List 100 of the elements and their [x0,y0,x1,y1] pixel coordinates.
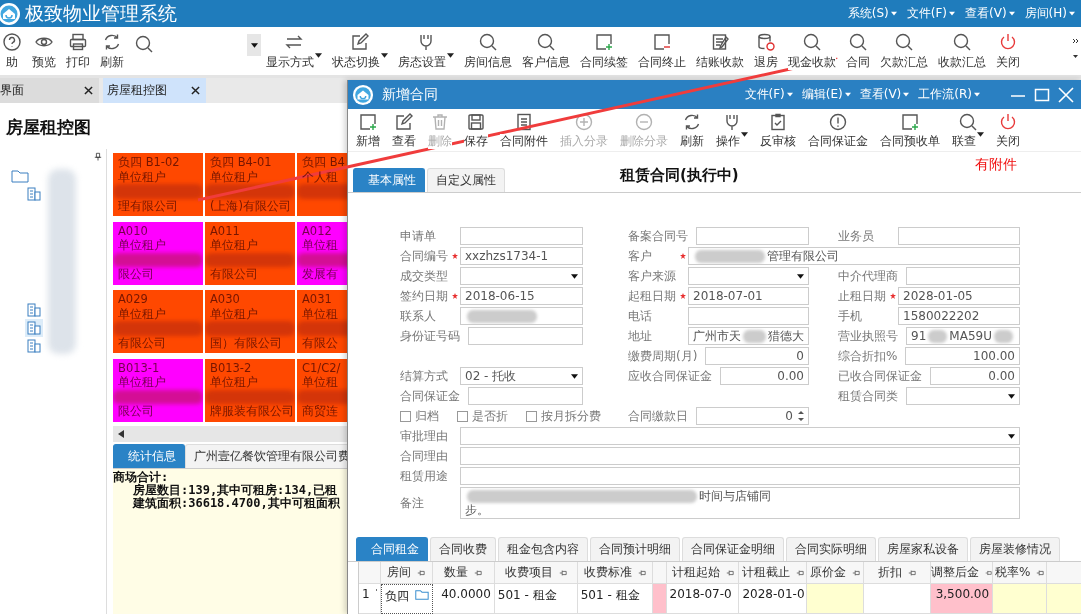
toolbar-button[interactable]: 联查 [946,111,990,149]
checkbox[interactable] [457,410,468,422]
tree-item[interactable] [25,185,43,203]
input-field[interactable] [460,447,1020,465]
input-field[interactable] [468,327,583,345]
text-area[interactable]: 时间与店铺同 步。 [460,487,1020,519]
toolbar-button[interactable]: 收款汇总 [933,32,991,70]
toolbar-button[interactable]: 保存 [458,111,494,149]
dropdown-field[interactable] [460,267,583,285]
column-header[interactable]: 原价金 [807,562,865,584]
tab[interactable]: 房屋租控图 [103,78,206,103]
room-card[interactable]: B013-1 单位租户 限公司 [113,358,203,422]
toolbar-button[interactable]: 助 [0,32,27,70]
tab[interactable]: 界面 [0,78,99,103]
menu-item[interactable]: 编辑(E) [801,86,851,104]
column-header[interactable]: 折扣 [864,562,932,584]
input-field[interactable]: 2028-01-05 [898,287,1020,305]
toolbar-button[interactable]: 房态设置 [393,32,459,70]
column-header[interactable] [359,562,381,584]
menu-item[interactable]: 房间(H) [1024,5,1075,22]
toolbar-button[interactable]: 反审核 [754,111,802,149]
input-field[interactable] [460,307,583,325]
folder-icon[interactable] [414,588,429,601]
menu-item[interactable]: 查看(V) [965,5,1015,22]
tab[interactable]: 基本属性 [353,168,425,192]
room-card[interactable]: A010 单位租户 限公司 [113,221,203,285]
tab[interactable]: 自定义属性 [427,168,505,192]
close-icon[interactable] [191,86,200,95]
column-header[interactable]: 数量 [432,562,495,584]
toolbar-button[interactable]: 合同保证金 [802,111,874,149]
input-field[interactable] [898,227,1020,245]
tab[interactable]: 合同收费 [430,537,496,561]
column-header[interactable] [1047,562,1081,584]
toolbar-button[interactable]: 新增 [350,111,386,149]
toolbar-button[interactable]: 操作 [710,111,754,149]
input-field[interactable]: 0 [696,407,809,425]
toolbar-button[interactable]: 客户信息 [517,32,575,70]
toolbar-button[interactable]: 结账收款 [691,32,749,70]
room-card[interactable]: A012 单位租 发展有 [297,221,349,285]
input-field[interactable] [696,227,809,245]
column-header[interactable]: 计租截止 [739,562,808,584]
column-header[interactable]: 税率% [993,562,1048,584]
input-field[interactable]: 91 MA59U [906,327,1020,345]
input-field[interactable]: 管理有限公司 [688,247,1020,265]
tab[interactable]: 合同预计明细 [590,537,680,561]
spinner-icon[interactable] [798,410,804,422]
toolbar-button[interactable]: 预览 [27,32,61,70]
tab[interactable]: 合同保证金明细 [682,537,784,561]
tree-item[interactable] [25,319,43,337]
toolbar-button[interactable]: 房间信息 [459,32,517,70]
overflow-icon[interactable] [1072,37,1080,59]
input-field[interactable]: 0.00 [720,367,809,385]
tab[interactable]: 合同实际明细 [786,537,876,561]
tree-item[interactable] [25,337,43,355]
menu-item[interactable]: 系统(S) [847,5,897,22]
toolbar-button[interactable]: 退房 [749,32,783,70]
scroll-left-icon[interactable] [118,430,124,438]
input-field[interactable]: 0 [705,347,809,365]
input-field[interactable]: 0.00 [930,367,1020,385]
toolbar-button[interactable]: 合同 [841,32,875,70]
tab[interactable]: 房屋家私设备 [878,537,968,561]
close-icon[interactable] [84,86,93,95]
toolbar-button[interactable]: 关闭 [991,32,1025,70]
tab[interactable]: 统计信息 [113,444,185,468]
toolbar-button[interactable]: 欠款汇总 [875,32,933,70]
menu-item[interactable]: 工作流(R) [918,86,980,104]
input-field[interactable] [906,267,1020,285]
input-field[interactable] [688,307,809,325]
tab[interactable]: 房屋装修情况 [970,537,1060,561]
column-header[interactable]: 收费项目 [494,562,578,584]
toolbar-button[interactable]: 合同预收单 [874,111,946,149]
toolbar-button[interactable]: 合同附件 [494,111,554,149]
dropdown-field[interactable]: 02 - 托收 [460,367,583,385]
menu-item[interactable]: 文件(F) [744,86,793,104]
dropdown-field[interactable] [906,387,1020,405]
column-header[interactable]: 收费标准 [577,562,653,584]
input-field[interactable]: 2018-06-15 [460,287,583,305]
tab[interactable]: 租金包含内容 [498,537,588,561]
tab[interactable]: 合同租金 [356,537,428,561]
toolbar-button[interactable]: 合同续签 [575,32,633,70]
toolbar-button[interactable]: 现金收款 [783,32,841,70]
tree-item[interactable] [9,167,31,185]
input-field[interactable]: 1580022202 [898,307,1020,325]
toolbar-button[interactable]: 关闭 [990,111,1026,149]
scrollbar[interactable] [113,426,349,442]
checkbox[interactable] [526,410,537,422]
input-field[interactable]: 2018-07-01 [688,287,809,305]
toolbar-button[interactable]: 打印 [61,32,95,70]
column-header[interactable]: 调整后金 [931,562,994,584]
input-field[interactable]: 100.00 [905,347,1020,365]
toolbar-button[interactable]: 状态切换 [327,32,393,70]
dropdown-field[interactable] [688,267,809,285]
maximize-icon[interactable] [1034,86,1050,103]
tree-item[interactable] [25,301,43,319]
pin-icon[interactable] [94,152,102,161]
menu-item[interactable]: 查看(V) [859,86,910,104]
column-header[interactable]: 计租起始 [666,562,740,584]
toolbar-button[interactable]: 刷新 [95,32,129,70]
input-field[interactable] [468,387,583,405]
checkbox[interactable] [400,410,411,422]
